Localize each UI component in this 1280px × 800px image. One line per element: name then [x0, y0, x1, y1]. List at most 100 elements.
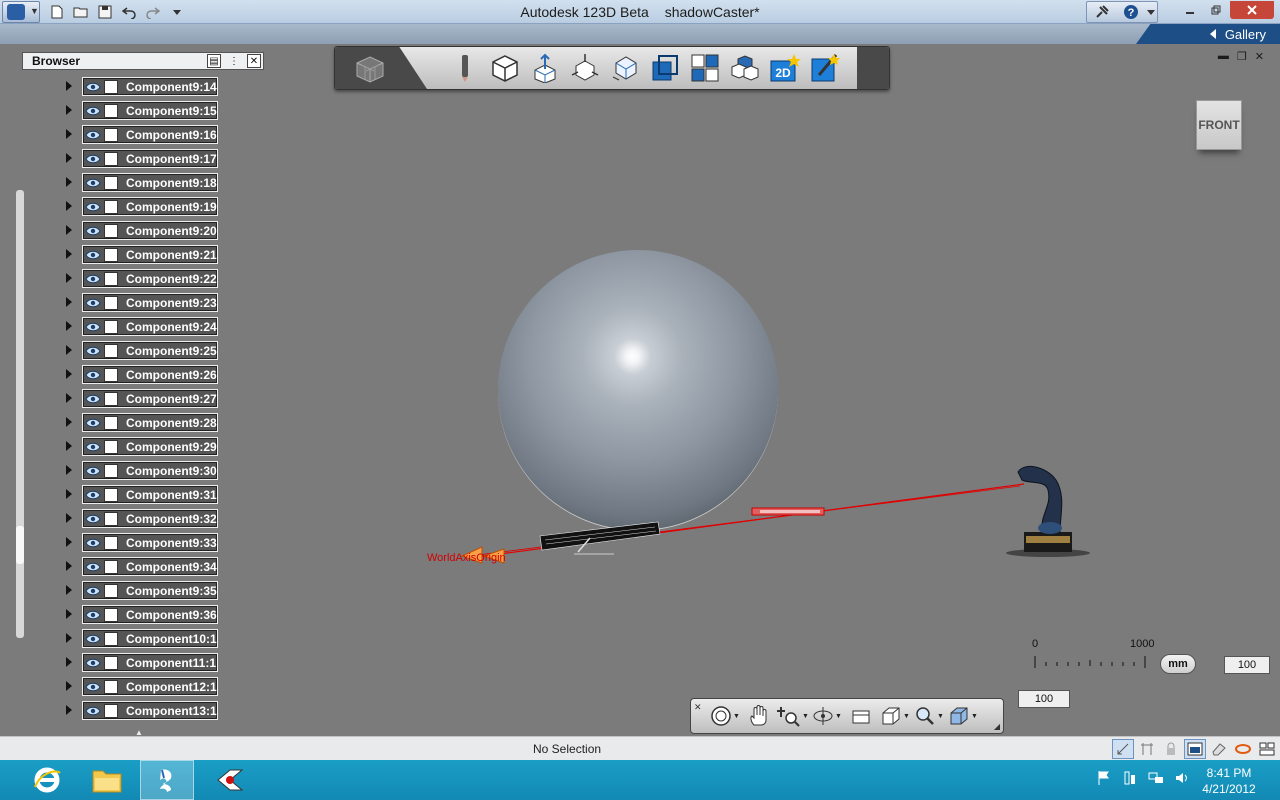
scale-ruler	[1034, 656, 1146, 668]
snap-check-icon	[1117, 743, 1129, 755]
zoom-window-icon	[916, 707, 934, 725]
chevron-down-icon: ▼	[903, 712, 910, 720]
chevron-down-icon: ▼	[733, 712, 740, 720]
hand-icon	[750, 705, 767, 726]
taskbar-explorer-button[interactable]	[80, 760, 134, 800]
look-at-icon	[852, 710, 870, 724]
layout-icon	[1259, 742, 1275, 756]
navigation-bar: ✕ ▼ ▼ ▼ ▼ ▼ ▼ ◢	[690, 698, 1004, 734]
help-button[interactable]: ?	[1116, 2, 1145, 22]
device-icon[interactable]	[1122, 770, 1138, 786]
platform-model[interactable]	[539, 521, 661, 555]
new-file-icon	[51, 5, 63, 19]
gallery-strip	[0, 24, 1280, 44]
scene-overlay	[460, 465, 1090, 564]
help-group: ?	[1086, 1, 1158, 23]
sign-in-button[interactable]	[1087, 2, 1116, 22]
restore-button[interactable]	[1204, 1, 1228, 19]
zoom-button[interactable]: ▼	[777, 702, 809, 730]
zoom-icon	[777, 707, 800, 727]
selection-status: No Selection	[533, 742, 602, 756]
chevron-down-icon: ▼	[802, 712, 809, 720]
grid-bracket-icon	[1141, 743, 1153, 755]
undo-icon	[122, 7, 136, 19]
redo-icon	[146, 7, 160, 19]
chevron-left-icon	[1209, 29, 1216, 39]
taskbar-browser-button[interactable]	[20, 760, 74, 800]
units-button[interactable]: mm	[1160, 654, 1196, 674]
network-icon[interactable]	[1148, 770, 1164, 786]
snap-size-field[interactable]: 100	[1018, 690, 1070, 708]
save-icon	[98, 5, 112, 19]
qat-overflow-button[interactable]	[166, 3, 188, 21]
chevron-down-icon: ▼	[835, 712, 842, 720]
save-button[interactable]	[94, 3, 116, 21]
system-tray	[1096, 770, 1190, 786]
layout-toggle[interactable]	[1256, 739, 1278, 759]
system-clock[interactable]: 8:41 PM 4/21/2012	[1194, 765, 1264, 797]
orbit-ring-icon	[1235, 744, 1251, 754]
open-file-button[interactable]	[70, 3, 92, 21]
world-axis-label: WorldAxisOrigin	[427, 552, 506, 564]
scale-max-label: 1000	[1130, 638, 1155, 650]
app-logo-icon	[7, 4, 25, 20]
folder-icon	[92, 770, 122, 793]
gallery-tab[interactable]: Gallery	[1136, 24, 1280, 44]
minimize-icon	[1186, 12, 1194, 14]
volume-icon[interactable]	[1174, 770, 1190, 786]
chevron-down-icon: ▼	[30, 6, 39, 16]
redo-button[interactable]	[142, 3, 164, 21]
chevron-down-icon: ▼	[971, 712, 978, 720]
chevron-down-icon	[173, 10, 181, 15]
lock-toggle[interactable]	[1160, 739, 1182, 759]
fit-box-icon	[882, 707, 900, 725]
close-icon	[1247, 5, 1257, 15]
grid-toggle[interactable]	[1136, 739, 1158, 759]
fit-all-button[interactable]: ▼	[879, 702, 911, 730]
chevron-down-icon: ▼	[937, 712, 944, 720]
navbar-close-button[interactable]: ✕	[694, 702, 702, 713]
taskbar-app-button[interactable]	[204, 760, 258, 800]
snap-toggle[interactable]	[1112, 739, 1134, 759]
undo-button[interactable]	[118, 3, 140, 21]
3d-viewport[interactable]: ▬ ❐ ✕ Browser ▤ ⋮ ✕ Component9:14 Compone…	[0, 44, 1280, 737]
display-icon	[1187, 742, 1203, 756]
orbit-toggle[interactable]	[1232, 739, 1254, 759]
clock-date: 4/21/2012	[1202, 782, 1256, 796]
tool-app-icon	[217, 769, 244, 791]
application-menu-button[interactable]: ▼	[2, 1, 40, 23]
joystick-model[interactable]	[1006, 465, 1090, 557]
help-dropdown-button[interactable]	[1145, 2, 1157, 22]
view-mode-button[interactable]: ▼	[947, 702, 979, 730]
status-bar: No Selection	[0, 736, 1280, 760]
help-icon: ?	[1123, 5, 1138, 19]
minimize-button[interactable]	[1178, 1, 1202, 19]
new-file-button[interactable]	[46, 3, 68, 21]
steering-wheel-button[interactable]: ▼	[709, 702, 741, 730]
orbit-icon	[813, 707, 833, 725]
lock-icon	[1167, 742, 1175, 755]
look-at-button[interactable]	[845, 702, 877, 730]
zoom-window-button[interactable]: ▼	[913, 702, 945, 730]
autodesk-123d-icon	[160, 769, 172, 792]
close-button[interactable]	[1230, 1, 1274, 19]
internet-explorer-icon	[34, 767, 61, 793]
navbar-options-button[interactable]: ◢	[994, 722, 1000, 731]
gallery-label: Gallery	[1224, 26, 1266, 42]
scale-min-label: 0	[1032, 638, 1039, 650]
status-toggles	[1112, 739, 1278, 759]
restore-icon	[1211, 5, 1221, 15]
svg-text:?: ?	[1127, 7, 1134, 19]
eraser-toggle[interactable]	[1208, 739, 1230, 759]
grid-size-field[interactable]: 100	[1224, 656, 1270, 674]
taskbar-123d-button[interactable]	[140, 760, 194, 800]
chevron-down-icon	[1147, 10, 1155, 15]
laser-emitter-model[interactable]	[751, 507, 825, 516]
eraser-icon	[1212, 743, 1226, 756]
flag-icon[interactable]	[1096, 770, 1112, 786]
display-toggle[interactable]	[1184, 739, 1206, 759]
window-controls	[1178, 1, 1274, 19]
pan-button[interactable]	[743, 702, 775, 730]
taskbar: 8:41 PM 4/21/2012	[0, 760, 1280, 800]
orbit-button[interactable]: ▼	[811, 702, 843, 730]
